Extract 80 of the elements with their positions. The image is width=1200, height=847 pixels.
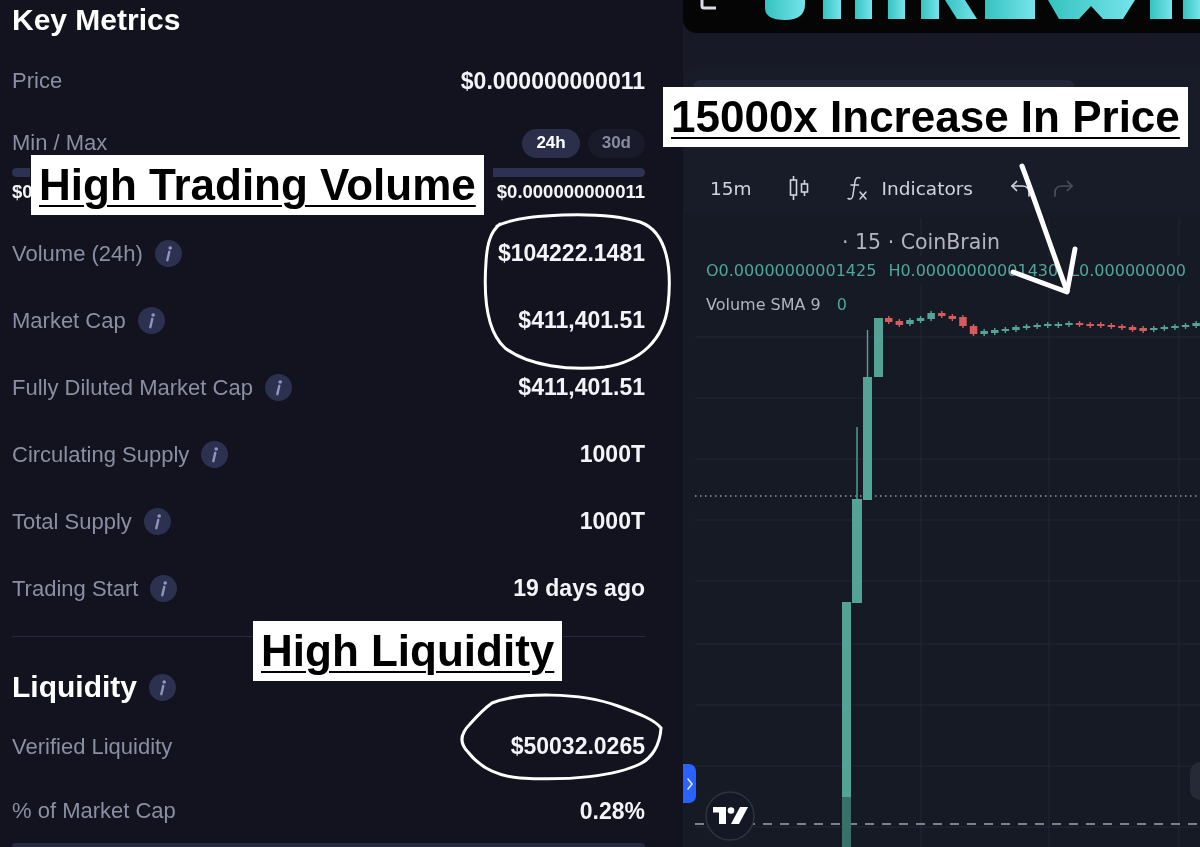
metric-label: Volume (24h) [12, 240, 143, 267]
chevron-right-icon [686, 777, 693, 790]
metric-label: Trading Start [12, 575, 139, 602]
candlestick [1022, 324, 1031, 330]
candlestick [1160, 325, 1169, 331]
candlestick [1097, 322, 1105, 328]
candlestick [1075, 321, 1084, 327]
info-icon[interactable] [137, 307, 165, 334]
metric-value: 0.28% [579, 797, 645, 825]
undo-button[interactable] [1008, 178, 1031, 198]
candlestick [895, 319, 904, 327]
redo-icon [1052, 178, 1075, 198]
metric-label: Fully Diluted Market Cap [12, 374, 253, 401]
candlestick [874, 318, 883, 377]
indicators-button[interactable]: Indicators [845, 175, 973, 201]
candlestick [1054, 322, 1063, 328]
candlestick [980, 329, 988, 336]
metric-label: Total Supply [12, 508, 132, 535]
annotation-label: 15000x Increase In Price [663, 87, 1188, 147]
chart-symbol-label: · 15 · CoinBrain [842, 229, 1001, 256]
info-icon[interactable] [264, 374, 292, 401]
metric-value: $411,401.51 [518, 307, 645, 334]
section-title: Liquidity [12, 669, 137, 705]
candlestick [959, 315, 967, 328]
candlestick [1086, 322, 1094, 328]
candlestick [1065, 321, 1073, 327]
metric-value: 1000T [579, 508, 645, 535]
info-icon[interactable] [201, 441, 229, 468]
candlestick [1012, 325, 1020, 332]
undo-icon [1008, 178, 1031, 198]
candlestick [1150, 326, 1158, 332]
candlestick [1192, 321, 1200, 328]
range-min-value: $0 [12, 181, 33, 203]
annotation-label: High Trading Volume [31, 155, 484, 215]
range-max-value: $0.000000000011 [496, 181, 645, 203]
interval-button[interactable]: 15m [710, 177, 752, 199]
period-tab[interactable]: 30d [587, 128, 645, 158]
candlestick [1128, 325, 1137, 332]
period-tab[interactable]: 24h [522, 128, 580, 158]
candlestick [969, 324, 978, 336]
candlestick [1118, 324, 1126, 330]
function-icon [845, 175, 868, 201]
candlestick [885, 316, 893, 324]
info-icon[interactable] [149, 673, 176, 701]
candlestick [1181, 323, 1190, 329]
info-icon[interactable] [143, 508, 171, 535]
candlestick [1044, 322, 1052, 328]
metric-label: Market Cap [12, 307, 126, 334]
info-icon[interactable] [154, 240, 182, 267]
candlestick [1107, 323, 1116, 329]
candlestick [948, 314, 957, 321]
candlestick [927, 311, 935, 321]
panel-toggle-button[interactable] [683, 764, 696, 803]
candlestick [938, 311, 946, 318]
metric-value: 19 days ago [513, 575, 645, 602]
volume-bar [842, 797, 851, 847]
annotation-label: High Liquidity [253, 621, 563, 681]
metric-value: $50032.0265 [510, 733, 645, 760]
metric-label: Verified Liquidity [12, 733, 173, 760]
metric-value: $104222.1481 [497, 240, 645, 267]
logo-icon[interactable] [705, 791, 755, 841]
metric-label: Circulating Supply [12, 441, 190, 468]
metric-label: Price [12, 68, 63, 94]
metric-label: Min / Max [12, 130, 108, 156]
candlestick-icon [787, 175, 810, 201]
candlestick [991, 328, 999, 335]
candlestick [1171, 324, 1179, 330]
candlestick [1001, 327, 1010, 333]
info-icon[interactable] [150, 575, 178, 602]
metric-value: 1000T [579, 441, 645, 468]
candlestick [906, 318, 914, 326]
range-bar [12, 168, 30, 177]
section-title: Key Metrics [12, 2, 182, 38]
candlestick [1033, 323, 1041, 329]
metric-value: $411,401.51 [518, 374, 645, 401]
metric-label: % of Market Cap [12, 798, 176, 824]
candlestick [1139, 326, 1147, 333]
metric-value: $0.000000000011 [460, 67, 645, 95]
candlestick [916, 316, 925, 323]
chart-type-button[interactable] [787, 175, 810, 201]
